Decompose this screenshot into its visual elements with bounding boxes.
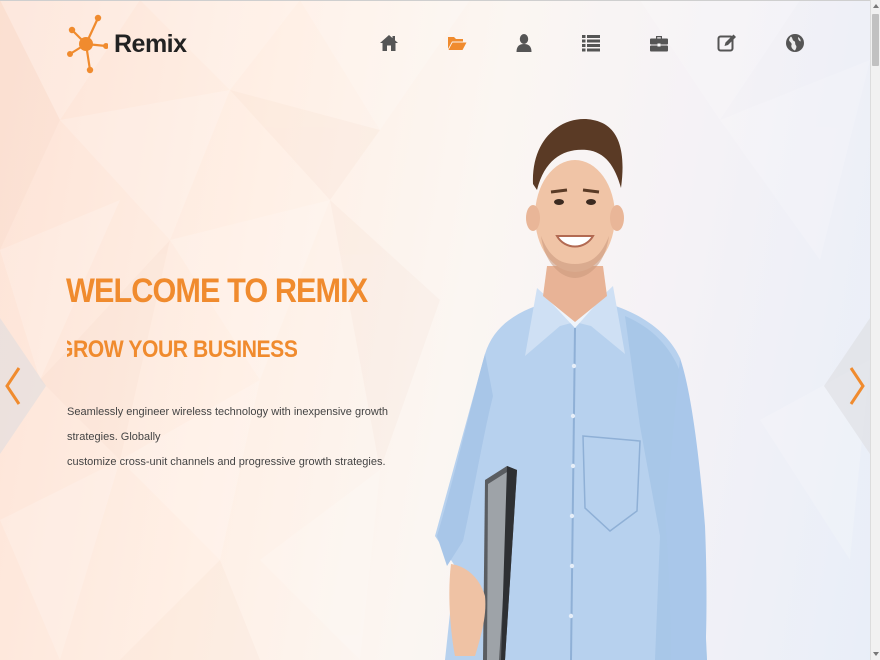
scrollbar-thumb[interactable] — [872, 14, 879, 66]
chevron-left-icon — [0, 318, 46, 454]
user-icon — [516, 34, 532, 52]
list-icon — [582, 35, 600, 52]
edit-icon — [717, 34, 736, 52]
nav-work[interactable] — [646, 30, 672, 56]
nav-contact[interactable] — [782, 30, 808, 56]
chevron-right-icon — [824, 318, 870, 454]
window-top-border — [0, 0, 870, 1]
arrow-up-icon — [873, 4, 879, 8]
nav-portfolio[interactable] — [444, 30, 470, 56]
hero-description: Seamlessly engineer wireless technology … — [67, 400, 417, 475]
globe-icon — [786, 34, 804, 52]
hero-subtitle-clip: GROW YOUR BUSINESS — [67, 336, 297, 370]
main-nav — [0, 30, 870, 56]
nav-services[interactable] — [578, 30, 604, 56]
slider-prev-button[interactable] — [0, 318, 46, 454]
nav-blog[interactable] — [714, 30, 740, 56]
scroll-down-button[interactable] — [871, 648, 880, 660]
home-icon — [380, 35, 398, 51]
briefcase-icon — [650, 36, 668, 52]
vertical-scrollbar[interactable] — [870, 0, 880, 660]
nav-about[interactable] — [511, 30, 537, 56]
hero-description-line: Seamlessly engineer wireless technology … — [67, 406, 388, 443]
hero-description-line: customize cross-unit channels and progre… — [67, 456, 386, 468]
hero-title: WELCOME TO REMIX — [66, 272, 368, 310]
folder-open-icon — [448, 37, 467, 50]
arrow-down-icon — [873, 652, 879, 656]
nav-home[interactable] — [376, 30, 402, 56]
hero-person-image — [435, 119, 707, 660]
slider-next-button[interactable] — [824, 318, 870, 454]
scroll-up-button[interactable] — [871, 0, 880, 12]
hero-subtitle: GROW YOUR BUSINESS — [67, 336, 297, 363]
